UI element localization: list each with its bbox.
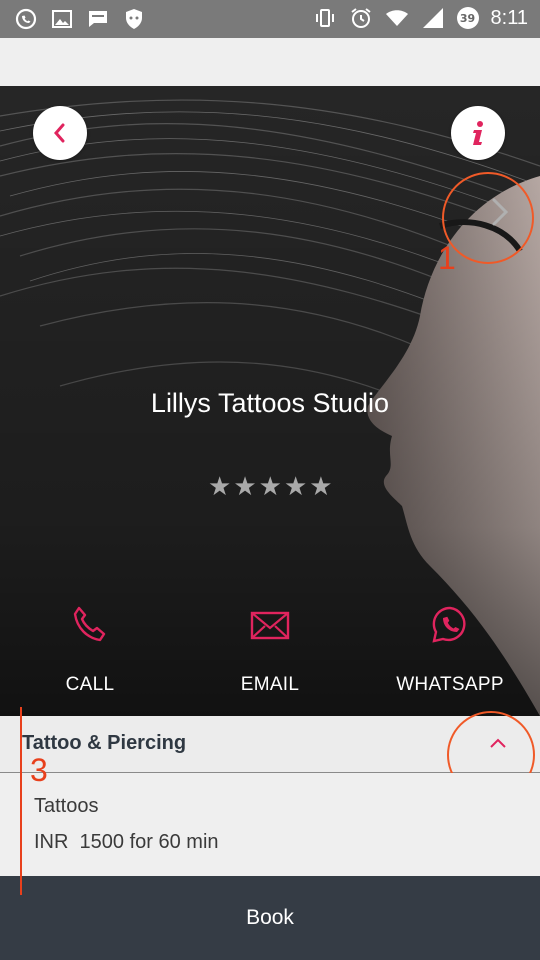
chevron-left-icon bbox=[54, 123, 65, 143]
info-icon bbox=[473, 121, 483, 145]
vibrate-icon bbox=[315, 9, 334, 27]
service-item[interactable]: Tattoos INR 1500 for 60 min bbox=[0, 773, 540, 876]
status-bar: 39 8:11 bbox=[0, 0, 540, 38]
service-price: INR 1500 for 60 min bbox=[34, 831, 219, 853]
hero-image: 1 Lillys Tattoos Studio ★ ★ ★ ★ ★ CALL E… bbox=[0, 86, 540, 716]
back-button[interactable] bbox=[33, 106, 87, 160]
whatsapp-icon bbox=[432, 606, 466, 643]
image-icon bbox=[52, 10, 72, 28]
annotation-number: 3 bbox=[30, 752, 48, 788]
rating-stars: ★ ★ ★ ★ ★ bbox=[208, 474, 333, 500]
clock: 8:11 bbox=[490, 6, 528, 29]
shield-app-icon bbox=[126, 9, 142, 29]
mail-icon bbox=[250, 611, 290, 640]
app-bar bbox=[0, 38, 540, 86]
star-icon: ★ bbox=[208, 472, 232, 502]
message-icon bbox=[89, 11, 107, 27]
wifi-icon bbox=[385, 10, 408, 26]
whatsapp-icon bbox=[15, 8, 37, 30]
email-label: EMAIL bbox=[240, 674, 300, 695]
annotation-number: 1 bbox=[438, 240, 456, 276]
star-icon: ★ bbox=[233, 472, 257, 502]
star-icon: ★ bbox=[258, 472, 282, 502]
signal-icon bbox=[422, 8, 443, 28]
call-label: CALL bbox=[65, 674, 115, 695]
studio-name: Lillys Tattoos Studio bbox=[150, 388, 390, 418]
whatsapp-button[interactable]: WHATSAPP bbox=[360, 604, 540, 696]
service-name: Tattoos bbox=[34, 795, 99, 817]
annotation-line bbox=[20, 707, 22, 895]
book-button[interactable]: Book bbox=[0, 876, 540, 960]
alarm-icon bbox=[350, 8, 371, 28]
phone-icon bbox=[73, 606, 106, 642]
call-button[interactable]: CALL bbox=[0, 604, 180, 696]
star-icon: ★ bbox=[283, 472, 308, 502]
annotation-circle-1 bbox=[442, 172, 534, 264]
whatsapp-label: WHATSAPP bbox=[396, 674, 504, 695]
battery-badge: 39 bbox=[456, 7, 479, 29]
book-label: Book bbox=[246, 906, 294, 929]
star-icon: ★ bbox=[309, 472, 333, 502]
info-button[interactable] bbox=[451, 106, 505, 160]
email-button[interactable]: EMAIL bbox=[180, 604, 360, 696]
